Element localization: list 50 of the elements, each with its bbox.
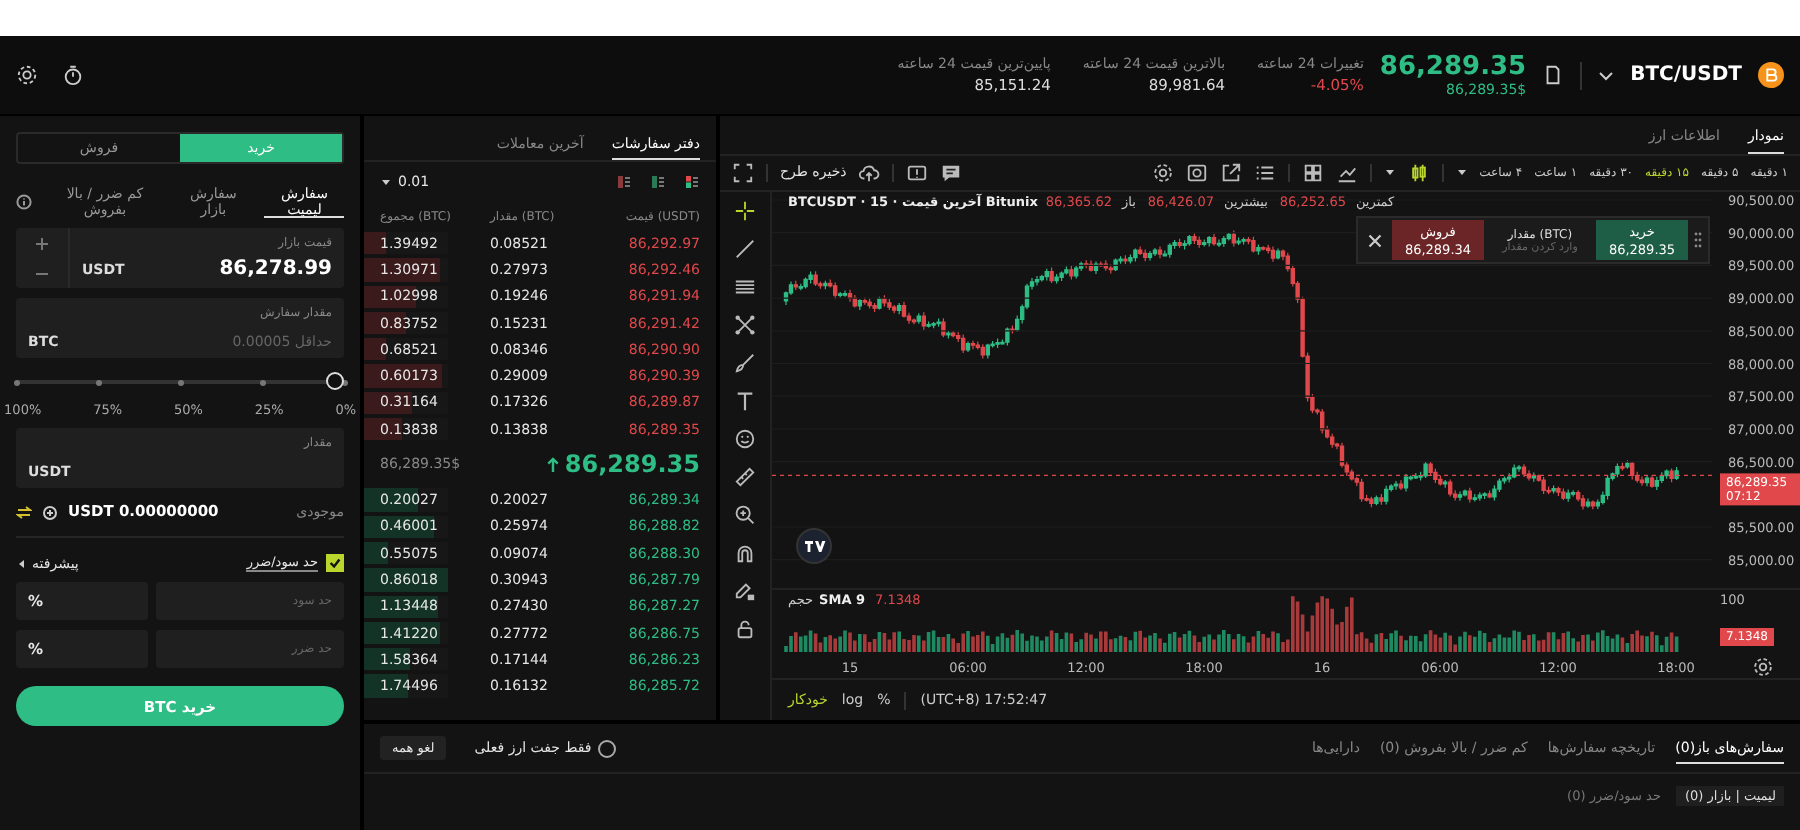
horizontal-lines-icon[interactable]	[734, 276, 756, 298]
add-funds-icon[interactable]	[42, 503, 58, 519]
screenshot-icon[interactable]	[1185, 161, 1208, 184]
last-price: 86,289.35	[1379, 52, 1527, 82]
bids-view-icon[interactable]	[650, 174, 666, 190]
timer-icon[interactable]	[62, 64, 84, 86]
caret-icon[interactable]	[16, 557, 28, 569]
radio-button[interactable]	[597, 739, 616, 757]
emoji-icon[interactable]	[734, 428, 756, 450]
logo-icon	[796, 528, 832, 564]
lock-icon[interactable]	[734, 618, 756, 640]
checkbox[interactable]	[326, 554, 344, 572]
crosshair-icon[interactable]	[734, 200, 756, 222]
layout-grid-icon[interactable]	[1301, 161, 1324, 184]
plus-icon[interactable]	[34, 235, 50, 251]
zoom-in-icon[interactable]	[734, 504, 756, 526]
fullscreen-icon[interactable]	[732, 161, 754, 184]
cloud-upload-icon[interactable]	[858, 161, 881, 184]
pattern-icon[interactable]	[734, 314, 756, 336]
close-icon[interactable]	[1364, 229, 1386, 251]
drag-handle-icon[interactable]	[1694, 228, 1702, 252]
pair-name[interactable]: BTC/USDT	[1630, 64, 1742, 86]
up-arrow-icon	[546, 455, 561, 474]
caret-down-icon[interactable]	[380, 176, 392, 188]
candles-icon[interactable]	[1407, 161, 1430, 184]
trend-line-icon[interactable]	[734, 238, 756, 260]
caret-down-icon[interactable]	[1455, 166, 1468, 179]
transfer-icon[interactable]	[16, 503, 32, 519]
bitcoin-coin-icon	[1758, 62, 1784, 88]
asks-view-icon[interactable]	[616, 174, 632, 190]
text-tool-icon[interactable]	[734, 390, 756, 412]
last-price: 86,289.35	[564, 450, 700, 479]
chat-icon[interactable]	[940, 161, 963, 184]
settings-icon[interactable]	[1151, 161, 1174, 184]
document-icon[interactable]	[1542, 64, 1565, 86]
pencil-lock-icon[interactable]	[734, 580, 756, 602]
slider-thumb[interactable]	[326, 372, 344, 390]
info-icon[interactable]	[16, 194, 32, 210]
settings-icon[interactable]	[1752, 655, 1774, 677]
alert-icon[interactable]	[906, 161, 929, 184]
caret-down-icon[interactable]	[1383, 166, 1396, 179]
caret-down-icon[interactable]	[1598, 67, 1615, 83]
both-view-icon[interactable]	[684, 174, 700, 190]
list-icon[interactable]	[1253, 161, 1276, 184]
magnet-icon[interactable]	[734, 542, 756, 564]
price-value[interactable]: 86,278.99	[219, 258, 332, 280]
share-icon[interactable]	[1219, 161, 1242, 184]
brush-icon[interactable]	[734, 352, 756, 374]
ruler-icon[interactable]	[734, 466, 756, 488]
settings-icon[interactable]	[16, 64, 38, 86]
